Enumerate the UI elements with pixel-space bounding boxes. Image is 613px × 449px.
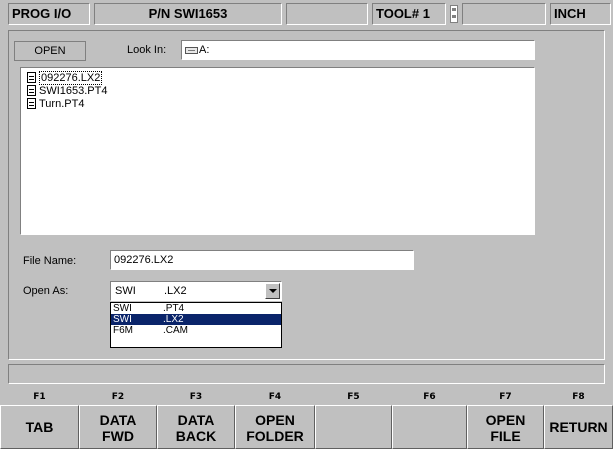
status-empty-1 [286, 3, 368, 25]
file-item[interactable]: Turn.PT4 [27, 98, 534, 111]
document-icon [27, 72, 36, 83]
option-ext: .LX2 [163, 314, 184, 325]
document-icon [27, 98, 36, 109]
file-item-name: Turn.PT4 [39, 98, 85, 110]
option-name: SWI [113, 314, 132, 325]
floppy-drive-icon [185, 46, 198, 54]
open-as-options: SWI .PT4 SWI .LX2 F6M .CAM [110, 302, 282, 348]
open-button[interactable]: OPEN [14, 41, 86, 61]
open-as-select[interactable]: SWI .LX2 [110, 281, 282, 301]
fkey-label-f2: F2 [111, 392, 125, 402]
fkey-label-f4: F4 [268, 392, 282, 402]
status-bar: PROG I/O P/N SWI1653 TOOL# 1 INCH [0, 0, 613, 28]
open-as-option-selected[interactable]: SWI .LX2 [111, 314, 281, 325]
softkey-data-back[interactable]: DATA BACK [157, 405, 235, 449]
open-as-label: Open As: [23, 285, 69, 297]
chevron-down-icon[interactable] [265, 283, 280, 299]
softkey-open-folder[interactable]: OPEN FOLDER [235, 405, 315, 449]
fkey-label-f3: F3 [189, 392, 203, 402]
open-as-option[interactable]: F6M .CAM [111, 325, 281, 336]
status-empty-2 [462, 3, 546, 25]
function-key-labels: F1 F2 F3 F4 F5 F6 F7 F8 [0, 389, 613, 405]
option-name: SWI [113, 303, 132, 314]
option-ext: .PT4 [163, 303, 185, 314]
document-icon [27, 85, 36, 96]
fkey-label-f6: F6 [423, 392, 436, 402]
file-item[interactable]: 092276.LX2 [27, 71, 534, 85]
file-name-label: File Name: [23, 255, 77, 267]
look-in-value: A: [199, 44, 210, 56]
file-item-name: 092276.LX2 [39, 71, 103, 85]
message-bar [8, 364, 605, 384]
softkey-data-fwd[interactable]: DATA FWD [79, 405, 157, 449]
tool-gauge-icon [450, 5, 458, 23]
fkey-label-f7: F7 [499, 392, 512, 402]
open-as-selected-name: SWI [115, 285, 136, 297]
open-as-selected-ext: .LX2 [164, 285, 187, 297]
softkey-tab[interactable]: TAB [0, 405, 79, 449]
softkey-return[interactable]: RETURN [544, 405, 613, 449]
look-in-field[interactable]: A: [181, 40, 535, 60]
fkey-label-f8: F8 [572, 392, 585, 402]
file-name-input[interactable]: 092276.LX2 [110, 250, 414, 270]
option-name: F6M [113, 325, 133, 336]
open-as-option[interactable]: SWI .PT4 [111, 303, 281, 314]
file-list[interactable]: 092276.LX2 SWI1653.PT4 Turn.PT4 [20, 67, 535, 235]
option-ext: .CAM [163, 325, 188, 336]
part-number: P/N SWI1653 [94, 3, 282, 25]
units-indicator: INCH [550, 3, 611, 25]
fkey-label-f5: F5 [347, 392, 360, 402]
file-item[interactable]: SWI1653.PT4 [27, 85, 534, 98]
fkey-label-f1: F1 [33, 392, 46, 402]
softkey-f6-blank[interactable] [392, 405, 467, 449]
look-in-label: Look In: [127, 44, 167, 56]
softkey-open-file[interactable]: OPEN FILE [467, 405, 544, 449]
mode-indicator: PROG I/O [8, 3, 90, 25]
softkey-f5-blank[interactable] [315, 405, 392, 449]
tool-number: TOOL# 1 [372, 3, 446, 25]
file-item-name: SWI1653.PT4 [39, 85, 108, 97]
